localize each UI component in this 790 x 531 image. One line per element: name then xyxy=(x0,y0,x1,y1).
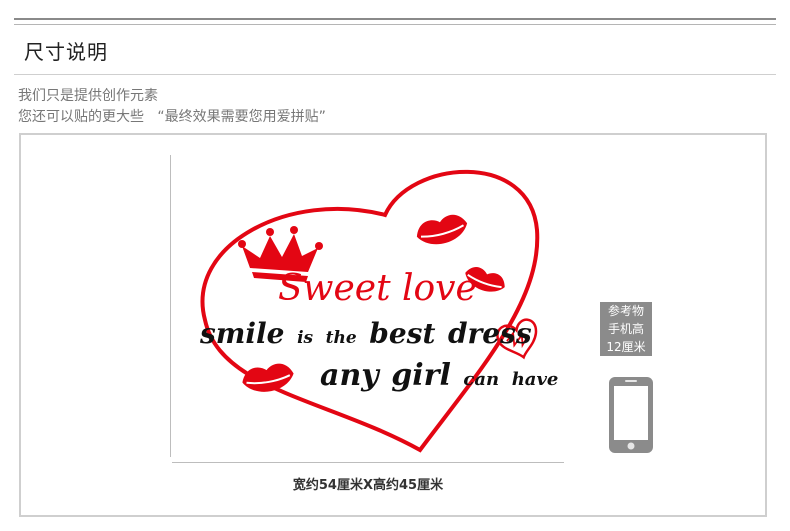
lips-icon xyxy=(416,214,468,245)
reference-label-line-1: 参考物 xyxy=(607,304,644,318)
description-line-2: 您还可以贴的更大些 “最终效果需要您用爱拼贴” xyxy=(18,109,326,125)
artwork-word: girl xyxy=(391,358,451,393)
reference-label-line-2: 手机高 xyxy=(607,322,644,336)
heart-outline-icon xyxy=(200,169,540,453)
lips-icon xyxy=(242,363,294,392)
reference-label: 参考物 手机高 12厘米 xyxy=(600,302,652,356)
artwork-word: smile xyxy=(199,317,284,350)
width-measure-line xyxy=(172,462,564,463)
height-measure-line xyxy=(170,155,171,457)
artwork-word: the xyxy=(326,328,357,348)
artwork-title: Sweet love xyxy=(278,268,477,309)
description-line-1: 我们只是提供创作元素 xyxy=(18,88,158,104)
artwork-line-3: any girl can have xyxy=(320,358,558,393)
title-divider xyxy=(14,74,776,75)
reference-label-line-3: 12厘米 xyxy=(606,340,646,354)
artwork-word: have xyxy=(512,369,559,390)
artwork-word: dress xyxy=(448,317,532,350)
artwork-line-2: smile is the best dress xyxy=(199,317,532,350)
wall-sticker-artwork: Sweet love smile is the best dress any g… xyxy=(199,169,558,453)
artwork-word: is xyxy=(297,328,313,348)
section-title: 尺寸说明 xyxy=(24,40,108,64)
artwork-word: any xyxy=(320,358,381,393)
top-divider-thin xyxy=(14,24,776,25)
phone-icon xyxy=(609,377,653,453)
artwork-word: best xyxy=(369,317,435,350)
top-divider-thick xyxy=(14,18,776,20)
size-caption: 宽约54厘米X高约45厘米 xyxy=(292,478,444,493)
artwork-word: can xyxy=(463,369,499,390)
